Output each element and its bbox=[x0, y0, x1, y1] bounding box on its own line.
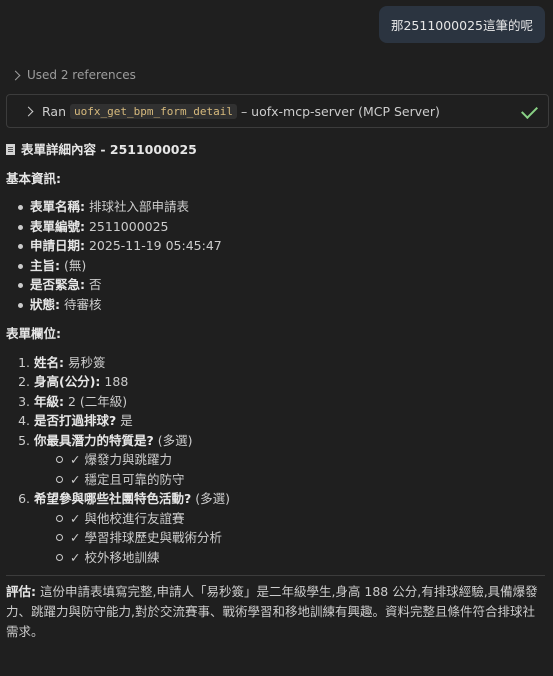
document-icon bbox=[6, 144, 15, 156]
evaluation-label: 評估: bbox=[6, 584, 36, 599]
user-message-bubble: 那2511000025這筆的呢 bbox=[378, 6, 545, 43]
form-fields-list: 姓名: 易秒簽 身高(公分): 188 年級: 2 (二年級) 是否打過排球? … bbox=[6, 353, 545, 568]
list-item: 希望參與哪些社團特色活動? (多選) ✓ 與他校進行友誼賽 ✓ 學習排球歷史與戰… bbox=[34, 489, 545, 567]
sub-list: ✓ 爆發力與跳躍力 ✓ 穩定且可靠的防守 bbox=[34, 450, 545, 489]
sub-list-item: ✓ 學習排球歷史與戰術分析 bbox=[54, 528, 545, 548]
list-item: 申請日期: 2025-11-19 05:45:47 bbox=[18, 236, 545, 256]
form-fields-heading: 表單欄位: bbox=[6, 326, 61, 341]
response-title-text: 表單詳細內容 - 2511000025 bbox=[21, 142, 197, 157]
list-item: 是否打過排球? 是 bbox=[34, 411, 545, 431]
references-label: Used 2 references bbox=[27, 68, 136, 82]
sub-list: ✓ 與他校進行友誼賽 ✓ 學習排球歷史與戰術分析 ✓ 校外移地訓練 bbox=[34, 509, 545, 568]
basic-info-list: 表單名稱: 排球社入部申請表 表單編號: 2511000025 申請日期: 20… bbox=[6, 197, 545, 314]
checkmark-icon bbox=[521, 102, 538, 119]
sub-list-item: ✓ 校外移地訓練 bbox=[54, 548, 545, 568]
sub-list-item: ✓ 穩定且可靠的防守 bbox=[54, 470, 545, 490]
tool-name-code: uofx_get_bpm_form_detail bbox=[70, 103, 237, 119]
basic-info-heading: 基本資訊: bbox=[6, 170, 61, 186]
tool-call-panel[interactable]: Ran uofx_get_bpm_form_detail – uofx-mcp-… bbox=[6, 94, 549, 128]
list-item: 姓名: 易秒簽 bbox=[34, 353, 545, 373]
sub-list-item: ✓ 爆發力與跳躍力 bbox=[54, 450, 545, 470]
assistant-response: 表單詳細內容 - 2511000025 基本資訊: 表單名稱: 排球社入部申請表… bbox=[6, 138, 545, 642]
tool-call-prefix: Ran bbox=[42, 103, 66, 119]
list-item: 狀態: 待審核 bbox=[18, 295, 545, 315]
list-item: 表單名稱: 排球社入部申請表 bbox=[18, 197, 545, 217]
sub-list-item: ✓ 與他校進行友誼賽 bbox=[54, 509, 545, 529]
divider bbox=[6, 575, 545, 576]
evaluation-paragraph: 評估: 這份申請表填寫完整,申請人「易秒簽」是二年級學生,身高 188 公分,有… bbox=[6, 582, 545, 642]
evaluation-text: 這份申請表填寫完整,申請人「易秒簽」是二年級學生,身高 188 公分,有排球經驗… bbox=[6, 584, 538, 639]
list-item: 表單編號: 2511000025 bbox=[18, 217, 545, 237]
list-item: 是否緊急: 否 bbox=[18, 275, 545, 295]
response-title: 表單詳細內容 - 2511000025 bbox=[6, 140, 545, 160]
chevron-right-icon bbox=[10, 70, 21, 80]
list-item: 身高(公分): 188 bbox=[34, 372, 545, 392]
list-item: 年級: 2 (二年級) bbox=[34, 392, 545, 412]
chevron-right-icon bbox=[23, 106, 34, 116]
user-message-text: 那2511000025這筆的呢 bbox=[390, 18, 533, 33]
references-toggle[interactable]: Used 2 references bbox=[10, 68, 136, 82]
list-item: 你最具潛力的特質是? (多選) ✓ 爆發力與跳躍力 ✓ 穩定且可靠的防守 bbox=[34, 431, 545, 490]
list-item: 主旨: (無) bbox=[18, 256, 545, 276]
tool-server-label: – uofx-mcp-server (MCP Server) bbox=[240, 103, 440, 119]
